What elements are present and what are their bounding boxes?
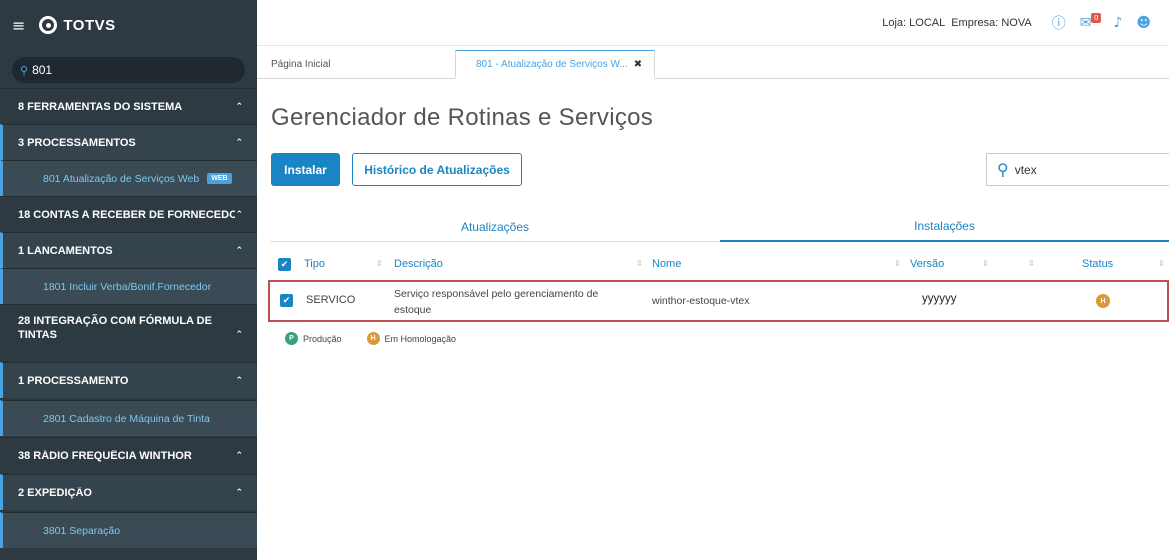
legend-homologacao-dot: H xyxy=(366,332,380,345)
chevron-up-icon: ⌃ xyxy=(235,375,243,386)
bell-icon[interactable]: ♪ xyxy=(1113,15,1122,31)
tab-atualizacoes-label: Atualizações xyxy=(460,219,530,234)
totvs-logo-icon xyxy=(39,16,58,34)
chevron-up-icon: ⌃ xyxy=(235,101,243,112)
sidebar-item-integracao-tintas[interactable]: 28 INTEGRAÇÃO COM FÓRMULA DE TINTAS ⌃ xyxy=(0,304,257,350)
chevron-up-icon: ⌃ xyxy=(235,450,243,461)
search-icon: ⚲ xyxy=(20,63,29,77)
sidebar-item-label: 2801 Cadastro de Máquina de Tinta xyxy=(43,412,210,425)
select-all-checkbox[interactable]: ✔ xyxy=(278,258,291,271)
sidebar-item-label: 3801 Separação xyxy=(43,524,121,537)
cell-nome: winthor-estoque-vtex xyxy=(652,295,750,307)
header-tipo[interactable]: Tipo xyxy=(304,258,325,270)
table-header: ✔ Tipo ⇕ Descrição ⇕ Nome ⇕ Versão ⇕ ⇕ S… xyxy=(270,252,1169,278)
tab-instalacoes[interactable]: Instalações xyxy=(720,212,1169,242)
sort-icon[interactable]: ⇕ xyxy=(1158,259,1165,268)
sort-icon[interactable]: ⇕ xyxy=(1028,259,1035,268)
header-versao[interactable]: Versão xyxy=(910,258,944,270)
sidebar-item-3801[interactable]: 3801 Separação xyxy=(0,512,257,548)
cell-tipo: SERVICO xyxy=(306,294,356,306)
help-icon[interactable]: ⓘ xyxy=(1052,13,1066,33)
tab-801-label: 801 - Atualização de Serviços W... xyxy=(476,58,628,70)
close-icon[interactable]: ✖ xyxy=(634,59,642,70)
chevron-up-icon: ⌃ xyxy=(235,487,243,498)
tab-atualizacoes[interactable]: Atualizações xyxy=(270,212,720,242)
tab-home[interactable]: Página Inicial xyxy=(257,50,455,79)
sidebar-item-label: 2 EXPEDIÇÃO xyxy=(18,486,92,499)
search-icon: ⚲ xyxy=(997,160,1009,179)
legend-homologacao-label: Em Homologação xyxy=(384,333,457,344)
user-icon[interactable]: ☻ xyxy=(1136,15,1151,31)
status-legend: P Produção H Em Homologação xyxy=(285,332,456,345)
menu-icon[interactable]: ≡ xyxy=(12,16,25,35)
sidebar-item-contas-receber[interactable]: 18 CONTAS A RECEBER DE FORNECEDOR ⌃ xyxy=(0,196,257,232)
legend-producao-dot: P xyxy=(285,332,298,345)
mail-count-badge: 0 xyxy=(1090,12,1102,23)
loja-label: Loja: LOCAL xyxy=(882,16,946,29)
sidebar-item-radio-frequencia[interactable]: 38 RÁDIO FREQUÊCIA WINTHOR ⌃ xyxy=(0,437,257,473)
chevron-up-icon: ⌃ xyxy=(235,137,243,148)
top-bar: Loja: LOCAL Empresa: NOVA ⓘ ✉ 0 ♪ ☻ xyxy=(257,0,1169,46)
sidebar-search-value: 801 xyxy=(32,63,53,77)
tab-801[interactable]: 801 - Atualização de Serviços W... ✖ xyxy=(455,50,655,79)
sidebar-item-label: 1 PROCESSAMENTO xyxy=(18,374,129,387)
header-nome[interactable]: Nome xyxy=(652,258,681,270)
tab-home-label: Página Inicial xyxy=(271,59,331,70)
sidebar-item-ferramentas[interactable]: 8 FERRAMENTAS DO SISTEMA ⌃ xyxy=(0,88,257,124)
row-checkbox[interactable]: ✔ xyxy=(280,294,293,307)
chevron-up-icon: ⌃ xyxy=(235,245,243,256)
sort-icon[interactable]: ⇕ xyxy=(636,259,643,268)
sidebar-item-label-line2: TINTAS xyxy=(18,328,57,341)
sort-icon[interactable]: ⇕ xyxy=(982,259,989,268)
sidebar-item-processamento[interactable]: 1 PROCESSAMENTO ⌃ xyxy=(0,362,257,398)
cell-versao: yyyyyy xyxy=(922,293,957,305)
search-value: vtex xyxy=(1014,162,1037,177)
sidebar: ≡ TOTVS ⚲ 801 8 FERRAMENTAS DO SISTEMA ⌃… xyxy=(0,0,257,560)
web-badge: WEB xyxy=(207,173,232,184)
cell-descricao: Serviço responsável pelo gerenciamento d… xyxy=(394,286,598,318)
sidebar-item-label: 801 Atualização de Serviços Web xyxy=(43,172,200,185)
sidebar-item-label: 18 CONTAS A RECEBER DE FORNECEDOR xyxy=(18,208,236,221)
sort-icon[interactable]: ⇕ xyxy=(894,259,901,268)
chevron-up-icon: ⌃ xyxy=(235,209,243,220)
sidebar-item-label: 1801 Incluir Verba/Bonif.Fornecedor xyxy=(43,280,212,293)
install-button[interactable]: Instalar xyxy=(271,153,340,186)
app-logo: TOTVS xyxy=(39,16,115,34)
sidebar-item-801[interactable]: 801 Atualização de Serviços Web WEB xyxy=(0,160,257,196)
search-input[interactable]: ⚲ vtex xyxy=(986,153,1169,186)
history-button[interactable]: Histórico de Atualizações xyxy=(352,153,522,186)
sidebar-item-label: 28 INTEGRAÇÃO COM FÓRMULA DE TINTAS xyxy=(18,314,235,342)
page-title: Gerenciador de Rotinas e Serviços xyxy=(271,104,654,131)
mail-icon[interactable]: ✉ 0 xyxy=(1080,12,1102,31)
header-descricao[interactable]: Descrição xyxy=(394,258,443,270)
tab-bar: Página Inicial 801 - Atualização de Serv… xyxy=(257,46,1169,79)
sidebar-item-label-line1: 28 INTEGRAÇÃO COM FÓRMULA DE xyxy=(18,314,212,327)
sidebar-item-2801[interactable]: 2801 Cadastro de Máquina de Tinta xyxy=(0,400,257,436)
legend-producao-label: Produção xyxy=(303,333,342,344)
tab-instalacoes-label: Instalações xyxy=(914,219,975,233)
table-row[interactable]: ✔ SERVICO Serviço responsável pelo geren… xyxy=(268,280,1169,322)
sidebar-item-label: 38 RÁDIO FREQUÊCIA WINTHOR xyxy=(18,449,192,462)
sidebar-item-label: 3 PROCESSAMENTOS xyxy=(18,136,136,149)
empresa-label: Empresa: NOVA xyxy=(951,16,1032,29)
logo-text: TOTVS xyxy=(63,16,116,34)
cell-descricao-line2: estoque xyxy=(394,304,432,316)
status-homologacao-badge: H xyxy=(1096,294,1110,308)
chevron-up-icon: ⌃ xyxy=(235,330,243,340)
sidebar-search-input[interactable]: ⚲ 801 xyxy=(12,57,245,83)
cell-descricao-line1: Serviço responsável pelo gerenciamento d… xyxy=(394,288,599,300)
sidebar-item-label: 8 FERRAMENTAS DO SISTEMA xyxy=(18,100,183,113)
sidebar-item-1801[interactable]: 1801 Incluir Verba/Bonif.Fornecedor xyxy=(0,268,257,304)
sidebar-item-processamentos[interactable]: 3 PROCESSAMENTOS ⌃ xyxy=(0,124,257,160)
sidebar-item-lancamentos[interactable]: 1 LANCAMENTOS ⌃ xyxy=(0,232,257,268)
header-status[interactable]: Status xyxy=(1082,258,1113,270)
sidebar-item-label: 1 LANCAMENTOS xyxy=(18,244,113,257)
sidebar-header: ≡ TOTVS xyxy=(0,0,257,50)
sidebar-item-expedicao[interactable]: 2 EXPEDIÇÃO ⌃ xyxy=(0,474,257,510)
sort-icon[interactable]: ⇕ xyxy=(376,259,383,268)
